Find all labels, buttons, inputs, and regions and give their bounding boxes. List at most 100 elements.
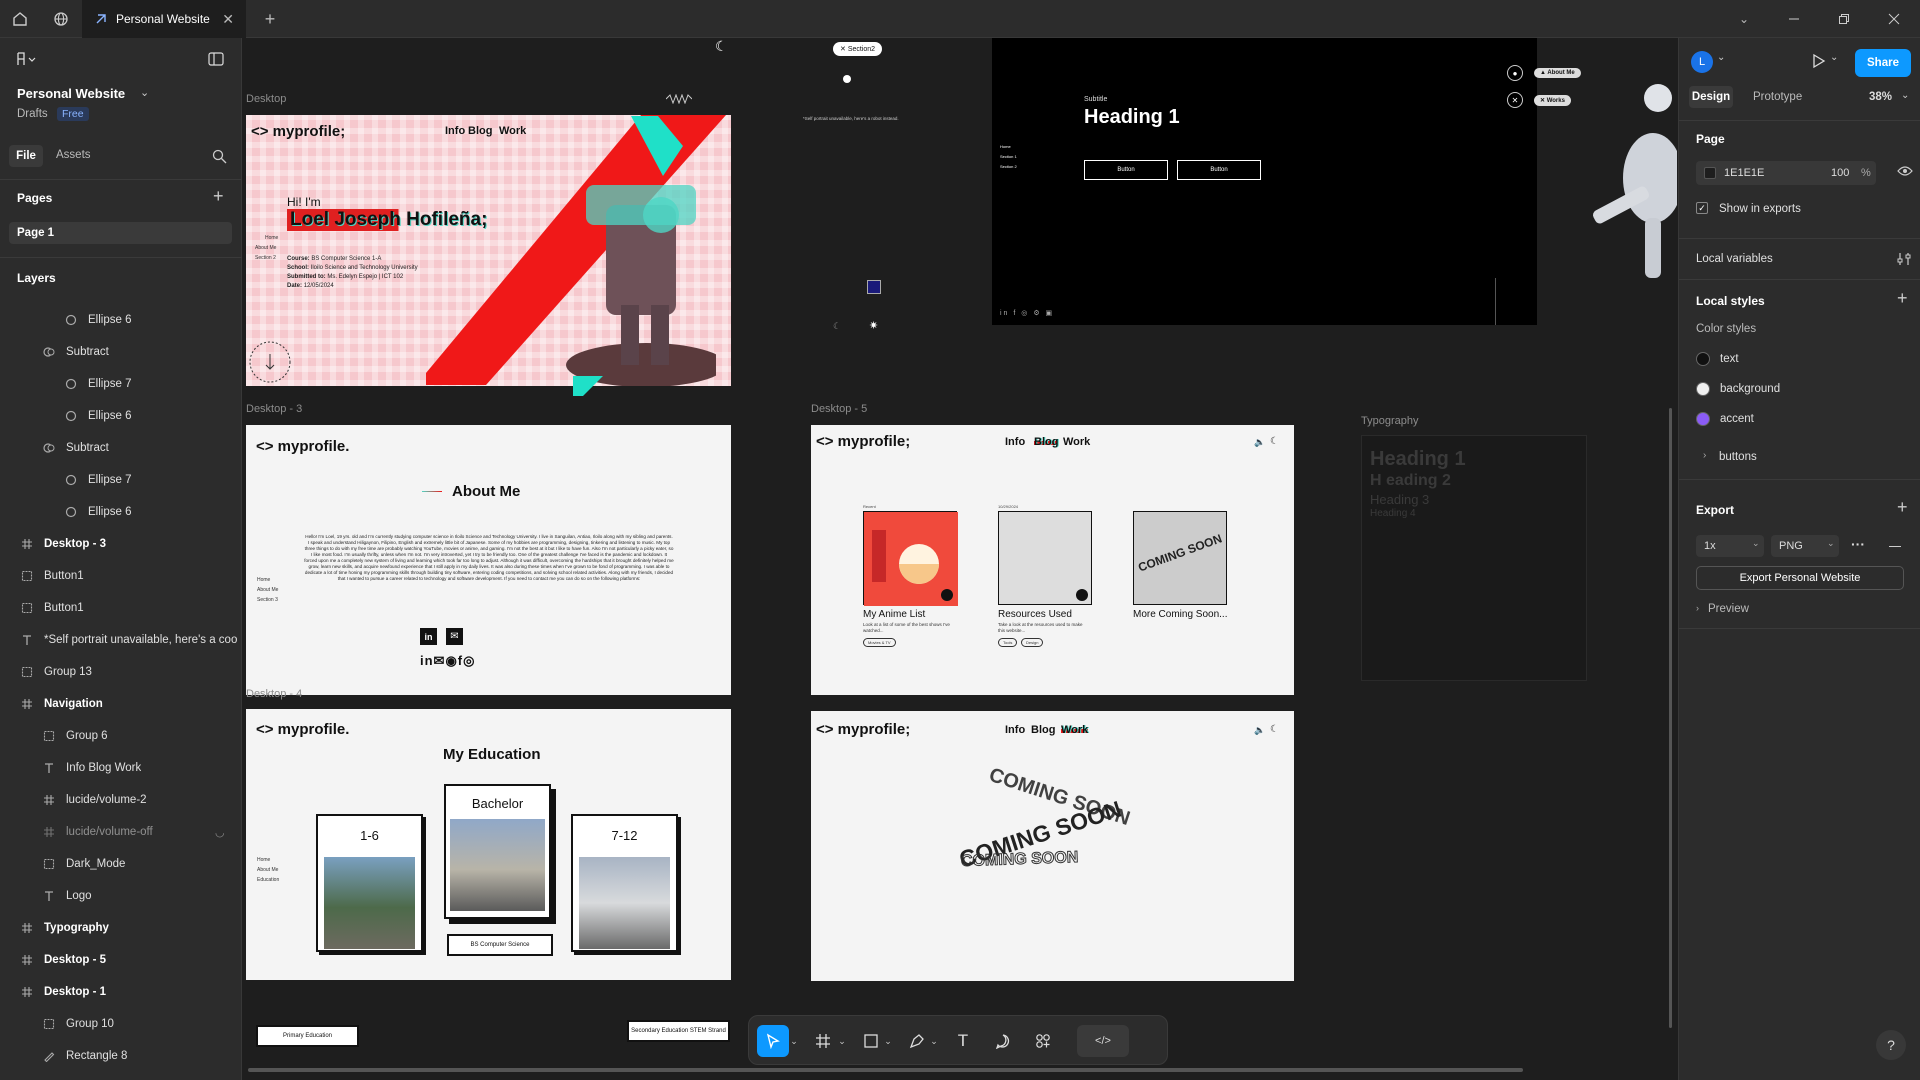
user-circle-icon[interactable]: ●	[1507, 65, 1523, 81]
page-color-field[interactable]: 1E1E1E 100 %	[1696, 161, 1876, 185]
frame-typography[interactable]: Heading 1 H eading 2 Heading 3 Heading 4	[1361, 435, 1587, 681]
dark-mode-icon[interactable]: ☾	[1270, 724, 1279, 735]
color-style-item[interactable]: background	[1696, 374, 1906, 404]
linkedin-icon[interactable]: in	[420, 628, 437, 645]
file-name[interactable]: Personal Website	[17, 86, 125, 101]
layer-row[interactable]: Ellipse 6	[0, 496, 242, 528]
side-nav-item[interactable]: Section 2	[249, 253, 278, 263]
layer-row[interactable]: Button1	[0, 560, 242, 592]
tab-prototype[interactable]: Prototype	[1753, 91, 1802, 103]
close-circle-icon[interactable]: ✕	[1507, 92, 1523, 108]
side-nav-item[interactable]: Section 3	[249, 595, 278, 605]
layer-row[interactable]: Rectangle 8	[0, 1040, 242, 1072]
side-nav-item[interactable]: Education	[249, 875, 279, 885]
layer-row[interactable]: Ellipse 7	[0, 464, 242, 496]
local-variables-label[interactable]: Local variables	[1696, 253, 1773, 265]
page-opacity-value[interactable]: 100	[1831, 167, 1849, 179]
minimize-icon[interactable]	[1774, 0, 1814, 38]
export-format-select[interactable]: PNG ⌄	[1771, 535, 1839, 557]
social-icons-row[interactable]: in✉◉f◎	[420, 653, 475, 669]
layer-row[interactable]: Desktop - 1	[0, 976, 242, 1008]
avatar[interactable]: L	[1691, 51, 1713, 73]
card-tag[interactable]: Tools	[998, 638, 1018, 647]
side-nav-item[interactable]: About Me	[249, 585, 278, 595]
close-window-icon[interactable]	[1874, 0, 1914, 38]
layer-row[interactable]: Ellipse 7	[0, 368, 242, 400]
layer-row[interactable]: Typography	[0, 912, 242, 944]
side-nav-item[interactable]: About Me	[249, 865, 279, 875]
buttons-group-chevron-icon[interactable]: ›	[1703, 450, 1706, 461]
education-card-primary[interactable]: 1-6	[316, 814, 423, 952]
hero-button-2[interactable]: Button	[1177, 160, 1261, 180]
layer-row[interactable]: Button1	[0, 592, 242, 624]
card-tag[interactable]: Design	[1021, 638, 1044, 647]
new-tab-icon[interactable]: +	[250, 0, 290, 38]
present-play-icon[interactable]	[1812, 53, 1826, 69]
card-tag[interactable]: Movies & TV	[863, 638, 896, 647]
vertical-scrollbar[interactable]	[1669, 408, 1672, 1028]
actions-tool-icon[interactable]	[1027, 1025, 1059, 1057]
page-color-swatch[interactable]	[1704, 167, 1716, 179]
nav-info[interactable]: Info	[1005, 724, 1025, 736]
add-export-icon[interactable]: +	[1897, 497, 1908, 518]
hero-button-1[interactable]: Button	[1084, 160, 1168, 180]
zoom-level[interactable]: 38%	[1869, 91, 1892, 103]
side-nav-item[interactable]: Home	[1000, 142, 1017, 152]
frame-label-typography[interactable]: Typography	[1361, 415, 1418, 427]
layer-row[interactable]: Info Blog Work	[0, 752, 242, 784]
share-button[interactable]: Share	[1855, 49, 1911, 77]
layer-row[interactable]: Group 6	[0, 720, 242, 752]
close-tab-icon[interactable]: ✕	[222, 11, 234, 28]
frame-label-desktop[interactable]: Desktop	[246, 93, 286, 105]
scroll-down-badge[interactable]	[248, 340, 292, 384]
present-chevron-icon[interactable]: ⌄	[1830, 52, 1838, 63]
volume-icon[interactable]: 🔈	[1254, 437, 1265, 448]
sun-icon[interactable]: ✷	[869, 319, 878, 332]
frame-desktop-4[interactable]: <> myprofile. My Education Home About Me…	[246, 709, 731, 980]
dev-mode-icon[interactable]: </>	[1077, 1025, 1129, 1057]
layer-row[interactable]: *Self portrait unavailable, here's a coo	[0, 624, 242, 656]
frame-label-desktop-3[interactable]: Desktop - 3	[246, 403, 302, 415]
volume-icon[interactable]: 🔈	[1254, 725, 1265, 736]
restore-icon[interactable]	[1824, 0, 1864, 38]
move-tool-icon[interactable]	[757, 1025, 789, 1057]
layer-row[interactable]: Desktop - 3	[0, 528, 242, 560]
export-scale-select[interactable]: 1x ⌄	[1696, 535, 1764, 557]
help-icon[interactable]: ?	[1876, 1030, 1906, 1060]
layer-row[interactable]: Ellipse 6	[0, 304, 242, 336]
layer-row[interactable]: Group 10	[0, 1008, 242, 1040]
buttons-style-group[interactable]: buttons	[1719, 451, 1757, 463]
frame-desktop-6[interactable]: <> myprofile; Info Blog Work 🔈 ☾ COMING …	[811, 711, 1294, 981]
move-tool-chevron-icon[interactable]: ⌄	[787, 1025, 801, 1057]
layer-row[interactable]: lucide/volume-off ◡	[0, 816, 242, 848]
frame-label-desktop-4[interactable]: Desktop - 4	[246, 688, 302, 700]
nav-blog[interactable]: Blog	[1034, 436, 1059, 448]
chevron-down-icon[interactable]: ⌄	[1724, 0, 1764, 38]
side-nav-item[interactable]: Home	[249, 233, 278, 243]
hidden-eye-icon[interactable]: ◡	[215, 826, 225, 839]
layer-row[interactable]: Group 13	[0, 656, 242, 688]
email-icon[interactable]: ✉	[446, 628, 463, 645]
side-nav-item[interactable]: Home	[249, 855, 279, 865]
export-more-icon[interactable]: ···	[1851, 536, 1865, 552]
side-nav-item[interactable]: Section 2	[1000, 162, 1017, 172]
nav-blog[interactable]: Blog	[1031, 724, 1055, 736]
section2-chip[interactable]: ✕ Section2	[833, 42, 883, 56]
dark-mode-icon[interactable]: ☾	[1270, 436, 1279, 447]
layer-row[interactable]: lucide/volume-2	[0, 784, 242, 816]
file-menu-chevron-icon[interactable]: ⌄	[140, 86, 149, 99]
add-style-icon[interactable]: +	[1897, 288, 1908, 309]
text-tool-icon[interactable]: T	[947, 1025, 979, 1057]
page-color-hex[interactable]: 1E1E1E	[1724, 167, 1764, 179]
page-item-page-1[interactable]: Page 1	[9, 222, 232, 244]
works-chip[interactable]: ✕ Works	[1534, 95, 1571, 106]
nav-work[interactable]: Work	[1063, 436, 1090, 448]
layer-row[interactable]: Ellipse 6	[0, 400, 242, 432]
layer-row[interactable]: Navigation	[0, 688, 242, 720]
shape-tool-chevron-icon[interactable]: ⌄	[881, 1025, 895, 1057]
layer-row[interactable]: Dark_Mode	[0, 848, 242, 880]
nav-info[interactable]: Info	[1005, 436, 1025, 448]
show-in-exports-checkbox[interactable]: ✓	[1696, 202, 1708, 214]
moon-icon[interactable]: ☾	[715, 38, 728, 55]
coming-soon-thumbnail[interactable]: COMING SOON	[1133, 511, 1227, 605]
